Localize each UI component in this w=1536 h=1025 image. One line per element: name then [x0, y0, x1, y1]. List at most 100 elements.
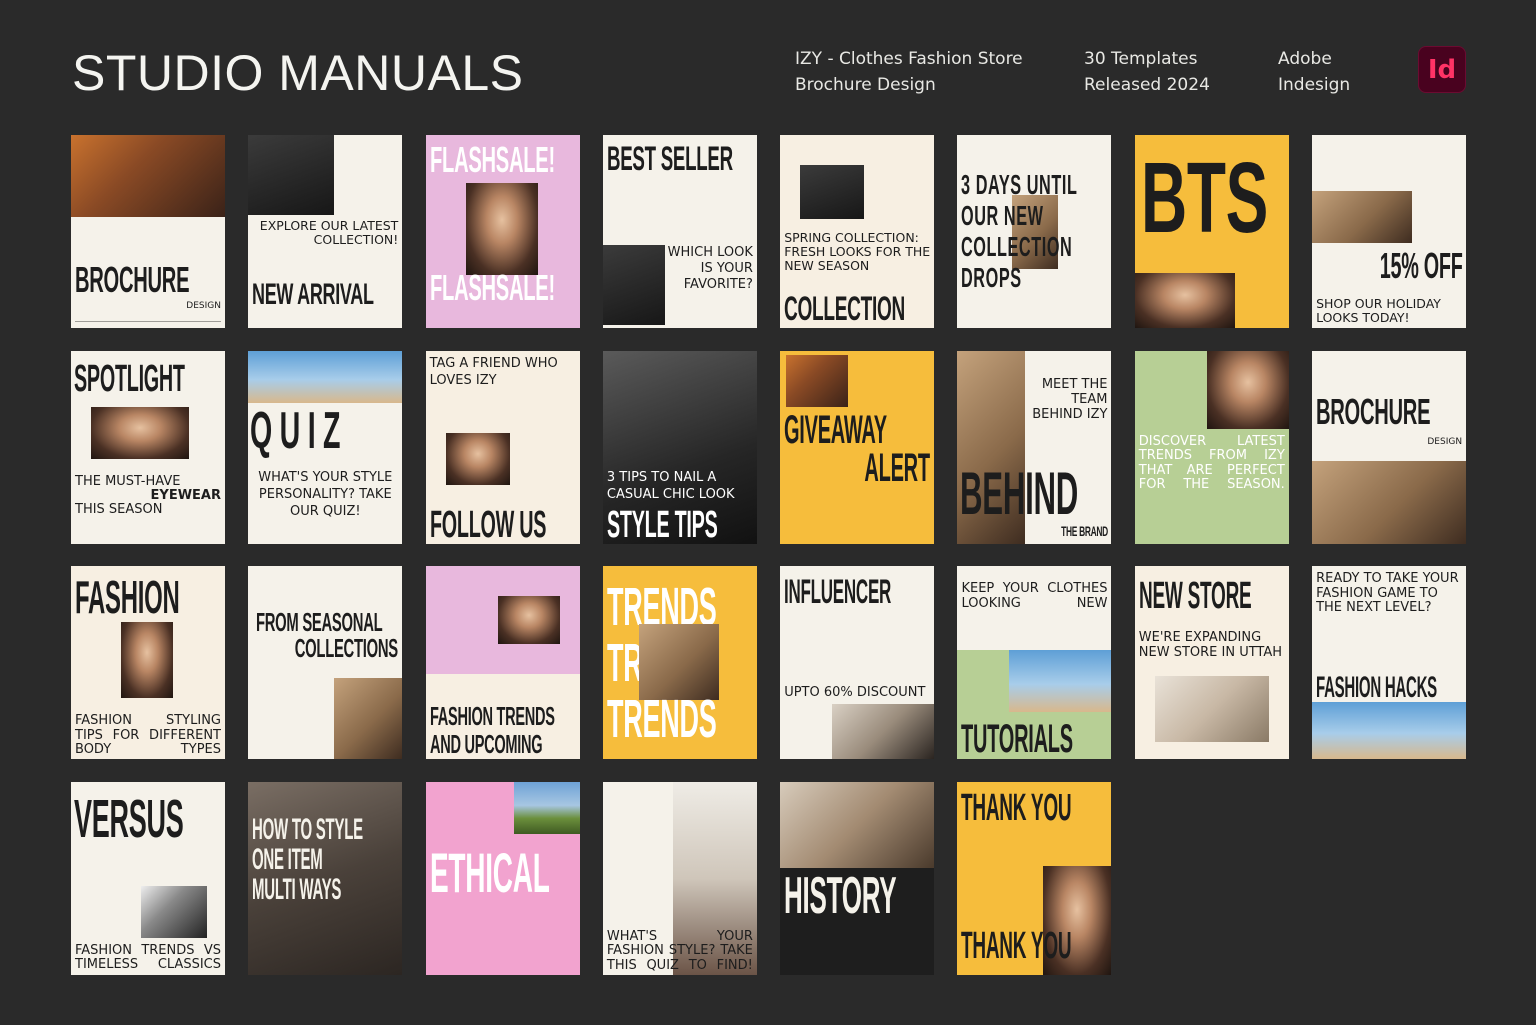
card-heading-2: THANK YOU: [961, 924, 1072, 967]
card-text: WHICH LOOK IS YOUR FAVORITE?: [667, 245, 753, 292]
model-photo: [248, 135, 335, 215]
model-photo: [1312, 460, 1467, 544]
card-heading: SPOTLIGHT: [74, 357, 185, 400]
card-heading: FASHION: [75, 571, 180, 624]
template-card-trends[interactable]: TRENDS TRENDS TRENDS: [602, 566, 757, 760]
card-text: 3 TIPS TO NAIL A CASUAL CHIC LOOK: [606, 469, 735, 502]
app-name: Indesign: [1278, 75, 1351, 95]
model-photo: [832, 704, 935, 760]
card-heading-2: FLASHSALE!: [429, 267, 555, 308]
app-vendor: Adobe: [1278, 49, 1332, 69]
card-text: DISCOVER LATEST TRENDS FROM IZY THAT ARE…: [1138, 433, 1285, 493]
model-photo: [786, 354, 849, 407]
model-photo: [1134, 273, 1235, 328]
template-card-behind-the-brand[interactable]: MEET THE TEAM BEHIND IZY BEHIND THE BRAN…: [957, 350, 1112, 544]
template-card-bts[interactable]: BTS: [1134, 135, 1289, 328]
card-heading: INFLUENCER: [784, 573, 892, 612]
card-text: SHOP OUR HOLIDAY LOOKS TODAY!: [1316, 296, 1441, 325]
template-card-style-quiz[interactable]: WHAT'S YOUR FASHION STYLE? TAKE THIS QUI…: [602, 781, 757, 975]
model-photo: [800, 165, 865, 219]
template-card-discover[interactable]: DISCOVER LATEST TRENDS FROM IZY THAT ARE…: [1134, 350, 1289, 544]
template-card-influencer[interactable]: INFLUENCER UPTO 60% DISCOUNT: [780, 566, 935, 760]
model-photo: [780, 781, 935, 868]
template-card-spotlight[interactable]: SPOTLIGHT THE MUST-HAVE EYEWEAR THIS SEA…: [71, 350, 225, 544]
card-text: TAG A FRIEND WHO LOVES IZY: [429, 355, 558, 388]
template-card-fashion[interactable]: FASHION FASHION STYLING TIPS FOR DIFFERE…: [71, 566, 225, 760]
template-card-how-to-style[interactable]: HOW TO STYLE ONE ITEM MULTI WAYS: [248, 781, 403, 975]
card-heading: Q U I Z: [250, 401, 341, 460]
store-photo: [1154, 676, 1269, 743]
footer-rule: [75, 321, 221, 322]
card-heading: FROM SEASONAL: [256, 607, 383, 638]
card-text: KEEP YOUR CLOTHES LOOKING NEW: [961, 581, 1108, 611]
model-photo: [445, 432, 510, 485]
template-card-collection[interactable]: SPRING COLLECTION: FRESH LOOKS FOR THE N…: [780, 135, 935, 328]
model-photo: [465, 183, 538, 275]
template-card-follow-us[interactable]: TAG A FRIEND WHO LOVES IZY FOLLOW US: [425, 350, 580, 544]
card-heading: 3 DAYS UNTIL OUR NEW COLLECTION DROPS: [961, 169, 1078, 293]
card-text: WHAT'S YOUR STYLE PERSONALITY? TAKE OUR …: [258, 469, 393, 519]
card-heading: STYLE TIPS: [606, 503, 718, 544]
template-card-ethical[interactable]: ETHICAL: [425, 781, 580, 975]
template-card-new-arrival[interactable]: EXPLORE OUR LATEST COLLECTION! NEW ARRIV…: [248, 135, 403, 328]
template-card-history[interactable]: HISTORY: [780, 781, 935, 975]
card-heading-2: AND UPCOMING: [429, 729, 543, 760]
card-text: WHAT'S YOUR FASHION STYLE? TAKE THIS QUI…: [606, 928, 753, 973]
model-photo: [1009, 650, 1112, 713]
template-card-new-store[interactable]: NEW STORE WE'RE EXPANDING NEW STORE IN U…: [1134, 566, 1289, 760]
cover-photo: [71, 135, 225, 217]
template-card-fashion-trends[interactable]: FASHION TRENDS AND UPCOMING: [425, 566, 580, 760]
card-heading-2: ONE ITEM: [252, 842, 323, 876]
card-text: SPRING COLLECTION: FRESH LOOKS FOR THE N…: [784, 230, 931, 273]
template-card-thank-you[interactable]: THANK YOU THANK YOU: [957, 781, 1112, 975]
card-heading: NEW ARRIVAL: [252, 278, 374, 311]
card-heading: TUTORIALS: [961, 717, 1074, 760]
card-text: FASHION STYLING TIPS FOR DIFFERENT BODY …: [75, 713, 221, 758]
card-text: READY TO TAKE YOUR FASHION GAME TO THE N…: [1316, 571, 1459, 616]
card-heading: VERSUS: [74, 788, 184, 849]
template-card-seasonal[interactable]: FROM SEASONAL COLLECTIONS: [248, 566, 403, 760]
card-text: FASHION TRENDS VS TIMELESS CLASSICS: [75, 942, 221, 973]
template-card-tutorials[interactable]: KEEP YOUR CLOTHES LOOKING NEW TUTORIALS: [957, 566, 1112, 760]
template-info: 30 Templates Released 2024: [1084, 46, 1210, 98]
card-text: MEET THE TEAM BEHIND IZY: [1032, 376, 1108, 422]
card-text: EXPLORE OUR LATEST COLLECTION!: [259, 218, 399, 247]
card-text-bold: EYEWEAR: [150, 487, 221, 503]
template-card-discount[interactable]: 15% OFF SHOP OUR HOLIDAY LOOKS TODAY!: [1312, 135, 1467, 328]
card-heading-3: TRENDS: [606, 689, 717, 750]
template-card-best-seller[interactable]: BEST SELLER WHICH LOOK IS YOUR FAVORITE?: [602, 135, 757, 328]
template-card-style-tips[interactable]: 3 TIPS TO NAIL A CASUAL CHIC LOOK STYLE …: [602, 350, 757, 544]
product-type: Brochure Design: [795, 75, 936, 95]
card-text: THE MUST-HAVE: [75, 473, 181, 489]
card-heading: FLASHSALE!: [429, 139, 555, 180]
card-heading: THANK YOU: [961, 786, 1072, 829]
card-heading: GIVEAWAY: [784, 407, 888, 452]
model-photo: [121, 622, 173, 699]
template-card-brochure[interactable]: BROCHURE DESIGN: [71, 135, 225, 328]
template-card-quiz[interactable]: Q U I Z WHAT'S YOUR STYLE PERSONALITY? T…: [248, 350, 403, 544]
sky-photo: [248, 350, 403, 403]
card-heading: FOLLOW US: [429, 503, 546, 544]
card-heading: HOW TO STYLE: [252, 812, 364, 846]
model-photo: [141, 885, 207, 938]
card-subheading: DESIGN: [186, 301, 221, 311]
card-heading: BEHIND: [960, 459, 1079, 527]
card-text: WE'RE EXPANDING NEW STORE IN UTTAH: [1138, 630, 1283, 661]
template-card-versus[interactable]: VERSUS FASHION TRENDS VS TIMELESS CLASSI…: [71, 781, 225, 975]
template-card-brochure-alt[interactable]: BROCHURE DESIGN: [1312, 350, 1467, 544]
card-heading: BROCHURE: [75, 259, 190, 300]
card-heading: ETHICAL: [429, 840, 550, 904]
card-heading-2: COLLECTIONS: [295, 633, 399, 664]
card-heading-3: MULTI WAYS: [252, 872, 342, 906]
card-heading: BROCHURE: [1316, 390, 1431, 432]
card-heading: COLLECTION: [784, 290, 906, 328]
card-heading: FASHION HACKS: [1316, 671, 1438, 705]
card-heading: BTS: [1140, 142, 1268, 254]
model-photo: [602, 245, 665, 325]
template-card-flashsale[interactable]: FLASHSALE! FLASHSALE!: [425, 135, 580, 328]
template-card-giveaway[interactable]: GIVEAWAY ALERT: [780, 350, 935, 544]
template-card-fashion-hacks[interactable]: READY TO TAKE YOUR FASHION GAME TO THE N…: [1312, 566, 1467, 760]
product-info: IZY - Clothes Fashion Store Brochure Des…: [795, 46, 1023, 98]
model-photo: [1312, 191, 1413, 243]
template-card-countdown[interactable]: 3 DAYS UNTIL OUR NEW COLLECTION DROPS: [957, 135, 1112, 328]
